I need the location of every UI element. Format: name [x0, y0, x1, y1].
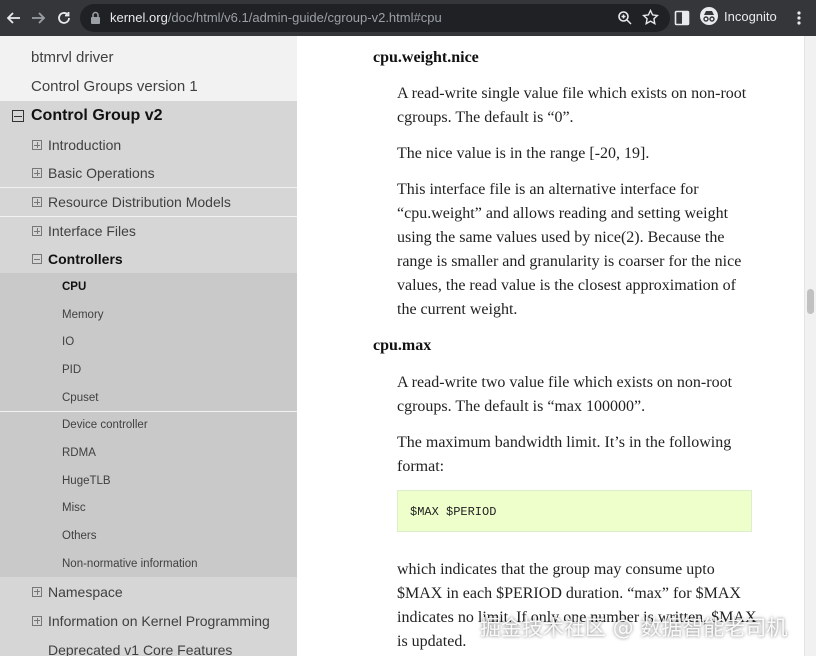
- browser-toolbar: kernel.org/doc/html/v6.1/admin-guide/cgr…: [0, 0, 816, 36]
- expand-icon[interactable]: [32, 226, 42, 236]
- sidebar-item-label: Introduction: [48, 137, 122, 153]
- forward-arrow-icon[interactable]: [26, 6, 50, 30]
- sidebar-item-label: Basic Operations: [48, 165, 155, 181]
- sidebar-item-pid[interactable]: PID: [0, 356, 297, 384]
- sidebar-item-label: Memory: [62, 308, 104, 321]
- sidebar-nav: btmrvl driver Control Groups version 1 C…: [0, 36, 297, 656]
- url-path: /doc/html/v6.1/admin-guide/cgroup-v2.htm…: [167, 10, 442, 25]
- sidebar-item-label: RDMA: [62, 447, 96, 460]
- section-heading-cpu-weight-nice: cpu.weight.nice: [373, 49, 479, 66]
- collapse-icon[interactable]: [12, 110, 24, 122]
- sidebar-item-label: Deprecated v1 Core Features: [48, 641, 233, 656]
- paragraph: The nice value is in the range [-20, 19]…: [397, 145, 650, 162]
- paragraph: A read-write two value file which exists…: [397, 374, 733, 415]
- lock-icon[interactable]: [90, 11, 101, 30]
- more-vert-icon[interactable]: [796, 10, 802, 31]
- reload-icon[interactable]: [52, 6, 76, 30]
- star-icon[interactable]: [642, 8, 659, 31]
- sidebar-item-label: Device controller: [62, 419, 148, 432]
- doc-content: cpu.weight.nice A read-write single valu…: [297, 36, 804, 656]
- sidebar-item-label: Control Groups version 1: [31, 78, 198, 95]
- incognito-icon: [700, 7, 718, 25]
- sidebar-item-label: btmrvl driver: [31, 49, 114, 66]
- sidebar-item-control-group-v2[interactable]: Control Group v2: [0, 101, 297, 131]
- watermark: 掘金技术社区 @ 数据智能老司机: [480, 616, 788, 640]
- sidebar-item-label: Misc: [62, 502, 86, 515]
- url-host: kernel.org: [110, 10, 168, 25]
- side-panel-icon[interactable]: [674, 10, 690, 31]
- sidebar-item-io[interactable]: IO: [0, 328, 297, 357]
- sidebar-item-label: Resource Distribution Models: [48, 194, 231, 210]
- expand-icon[interactable]: [32, 140, 42, 150]
- scrollbar-thumb[interactable]: [807, 289, 814, 314]
- section-heading-cpu-max: cpu.max: [373, 337, 432, 354]
- zoom-icon[interactable]: [617, 10, 633, 31]
- expand-icon[interactable]: [32, 615, 42, 626]
- expand-icon[interactable]: [32, 197, 42, 207]
- expand-icon[interactable]: [32, 168, 42, 178]
- sidebar-item-label: Others: [62, 530, 97, 543]
- sidebar-item-cpuset[interactable]: Cpuset: [0, 383, 297, 412]
- paragraph: The maximum bandwidth limit. It’s in the…: [397, 434, 732, 475]
- sidebar-item-rdma[interactable]: RDMA: [0, 439, 297, 467]
- sidebar-item-hugetlb[interactable]: HugeTLB: [0, 466, 297, 495]
- paragraph: A read-write single value file which exi…: [397, 85, 747, 126]
- sidebar-item-deprecated-v1[interactable]: Deprecated v1 Core Features: [0, 635, 297, 656]
- sidebar-item-interface-files[interactable]: Interface Files: [0, 217, 297, 245]
- page-scrollbar[interactable]: [804, 36, 816, 656]
- sidebar-item-cpu[interactable]: CPU: [0, 273, 297, 301]
- sidebar-item-controllers[interactable]: Controllers: [0, 245, 297, 273]
- incognito-label: Incognito: [724, 8, 777, 24]
- sidebar-item-introduction[interactable]: Introduction: [0, 131, 297, 159]
- sidebar-item-label: Cpuset: [62, 391, 99, 404]
- sidebar-item-label: Information on Kernel Programming: [48, 612, 270, 629]
- back-arrow-icon[interactable]: [2, 6, 26, 30]
- sidebar-item-label: PID: [62, 363, 82, 376]
- sidebar-item-label: HugeTLB: [62, 474, 111, 487]
- sidebar-item-btmrvl-driver[interactable]: btmrvl driver: [0, 43, 297, 72]
- sidebar-item-resource-distribution[interactable]: Resource Distribution Models: [0, 188, 297, 216]
- sidebar-item-label: CPU: [62, 280, 87, 293]
- sidebar-item-memory[interactable]: Memory: [0, 300, 297, 329]
- sidebar-item-control-groups-v1[interactable]: Control Groups version 1: [0, 72, 297, 101]
- expand-icon[interactable]: [32, 586, 42, 597]
- sidebar-item-label: Non-normative information: [62, 557, 198, 570]
- url-text: kernel.org/doc/html/v6.1/admin-guide/cgr…: [110, 10, 442, 25]
- sidebar-item-namespace[interactable]: Namespace: [0, 577, 297, 606]
- sidebar-item-others[interactable]: Others: [0, 522, 297, 550]
- sidebar-item-kernel-programming[interactable]: Information on Kernel Programming: [0, 606, 297, 635]
- code-block: $MAX $PERIOD: [397, 490, 752, 532]
- collapse-icon[interactable]: [32, 254, 42, 264]
- paragraph: This interface file is an alternative in…: [397, 181, 742, 318]
- sidebar-item-label: IO: [62, 336, 75, 349]
- sidebar-item-label: Interface Files: [48, 223, 136, 239]
- sidebar-item-non-normative[interactable]: Non-normative information: [0, 550, 297, 578]
- sidebar-item-label: Controllers: [48, 251, 123, 267]
- incognito-indicator[interactable]: Incognito: [700, 7, 777, 25]
- sidebar-item-basic-operations[interactable]: Basic Operations: [0, 159, 297, 187]
- address-bar[interactable]: kernel.org/doc/html/v6.1/admin-guide/cgr…: [80, 4, 670, 32]
- sidebar-item-device-controller[interactable]: Device controller: [0, 411, 297, 440]
- sidebar-item-label: Control Group v2: [31, 107, 163, 124]
- sidebar-item-label: Namespace: [48, 583, 123, 600]
- sidebar-item-misc[interactable]: Misc: [0, 494, 297, 523]
